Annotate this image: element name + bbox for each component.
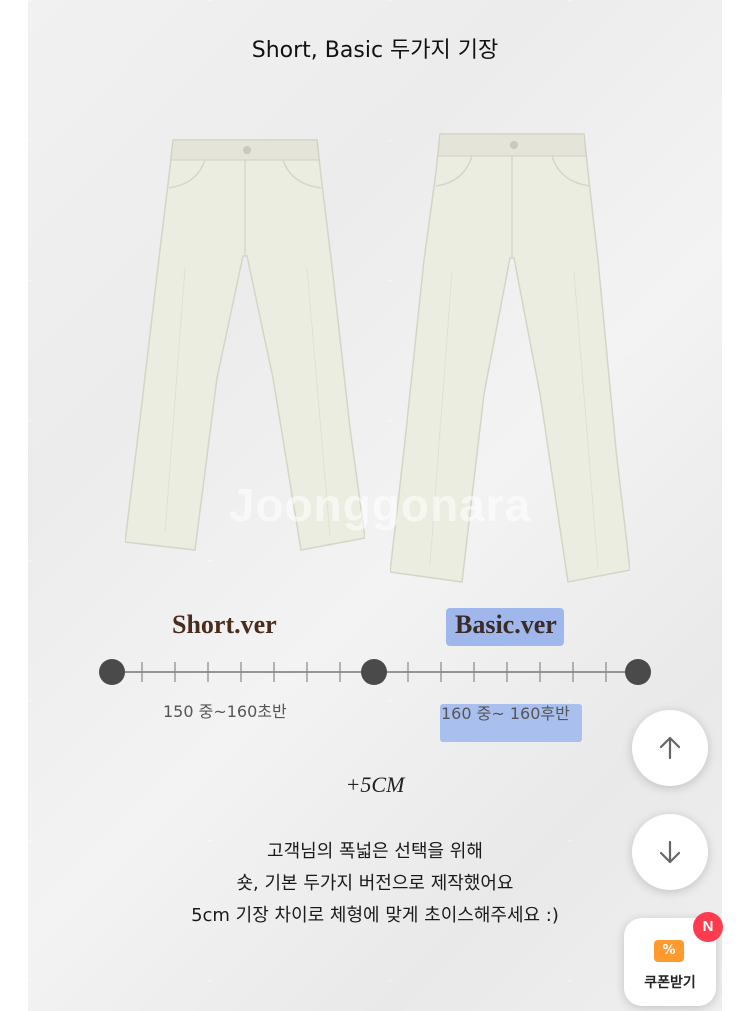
page-heading: Short, Basic 두가지 기장	[251, 38, 499, 63]
arrow-up-icon	[659, 736, 681, 760]
length-difference: +5CM	[345, 772, 405, 797]
basic-height-range: 160 중~ 160후반	[441, 704, 570, 723]
new-badge: N	[693, 912, 723, 942]
coupon-label: 쿠폰받기	[644, 975, 696, 991]
coupon-ticket-icon: %	[654, 940, 684, 962]
watermark-text: Joonggonara	[228, 479, 532, 531]
basic-ver-label: Basic.ver	[455, 610, 557, 639]
arrow-down-icon	[659, 840, 681, 864]
short-height-range: 150 중~160초반	[163, 702, 287, 721]
short-ver-label: Short.ver	[172, 610, 277, 639]
scroll-bottom-button[interactable]	[632, 814, 708, 890]
scroll-top-button[interactable]	[632, 710, 708, 786]
